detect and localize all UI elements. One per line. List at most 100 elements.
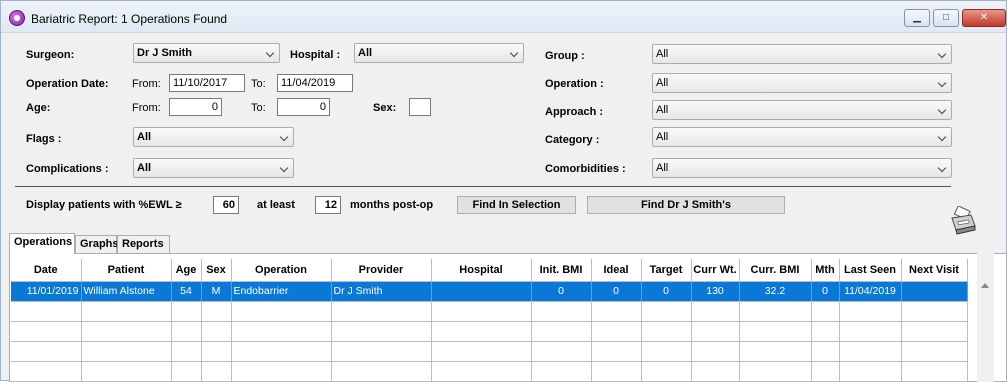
- cell: [901, 281, 968, 302]
- chevron-down-icon: [265, 48, 275, 58]
- chevron-down-icon: [279, 132, 289, 142]
- months-input[interactable]: 12: [315, 196, 341, 214]
- flags-value: All: [137, 131, 152, 143]
- cell: 0: [811, 281, 840, 302]
- cell: William Alstone: [81, 281, 172, 302]
- table-row[interactable]: [11, 321, 968, 342]
- age-label: Age:: [26, 102, 51, 114]
- col-header[interactable]: Age: [171, 259, 202, 282]
- hospital-select[interactable]: All: [354, 43, 524, 63]
- col-header[interactable]: Next Visit: [901, 259, 968, 282]
- col-header[interactable]: Sex: [201, 259, 232, 282]
- comorbidities-value: All: [656, 162, 669, 174]
- col-header[interactable]: Target: [641, 259, 692, 282]
- months-label: months post-op: [350, 199, 434, 211]
- cell: 0: [641, 281, 692, 302]
- age-to-label: To:: [251, 102, 266, 114]
- col-header[interactable]: Last Seen: [839, 259, 902, 282]
- chevron-down-icon: [937, 78, 947, 88]
- minimize-button[interactable]: ▁: [904, 9, 930, 27]
- cell: 11/01/2019: [11, 281, 82, 302]
- printer-icon[interactable]: [949, 206, 977, 236]
- table-row[interactable]: 11/01/2019 William Alstone 54 M Endobarr…: [11, 281, 968, 302]
- approach-select[interactable]: All: [652, 100, 952, 120]
- operation-select[interactable]: All: [652, 73, 952, 93]
- complications-select[interactable]: All: [133, 158, 294, 178]
- col-header[interactable]: Init. BMI: [531, 259, 592, 282]
- age-to-input[interactable]: 0: [277, 98, 330, 116]
- chevron-down-icon: [937, 49, 947, 59]
- header-row: Date Patient Age Sex Operation Provider …: [11, 259, 968, 282]
- date-from-input[interactable]: 11/10/2017: [169, 74, 245, 92]
- surgeon-label: Surgeon:: [26, 49, 75, 61]
- cell: 54: [171, 281, 202, 302]
- sex-input[interactable]: [409, 98, 431, 116]
- cell: Endobarrier: [231, 281, 332, 302]
- operations-table: Date Patient Age Sex Operation Provider …: [11, 259, 968, 382]
- maximize-button[interactable]: □: [933, 9, 959, 27]
- col-header[interactable]: Date: [11, 259, 82, 282]
- scroll-up-icon[interactable]: [981, 283, 989, 288]
- comorbidities-select[interactable]: All: [652, 158, 952, 178]
- category-label: Category :: [545, 134, 600, 146]
- col-header[interactable]: Curr Wt.: [691, 259, 740, 282]
- tab-graphs[interactable]: Graphs: [75, 235, 119, 253]
- ewl-label: Display patients with %EWL ≥: [26, 199, 182, 211]
- chevron-down-icon: [509, 48, 519, 58]
- app-icon: [9, 10, 25, 26]
- operation-value: All: [656, 77, 669, 89]
- approach-value: All: [656, 104, 669, 116]
- comorbidities-label: Comorbidities :: [545, 163, 626, 175]
- title-bar: Bariatric Report: 1 Operations Found ▁ □…: [1, 1, 1006, 33]
- complications-value: All: [137, 162, 152, 174]
- chevron-down-icon: [937, 132, 947, 142]
- col-header[interactable]: Operation: [231, 259, 332, 282]
- col-header[interactable]: Patient: [81, 259, 172, 282]
- chevron-down-icon: [937, 163, 947, 173]
- vertical-scrollbar[interactable]: [977, 253, 994, 382]
- operation-label: Operation :: [545, 78, 604, 90]
- table-row[interactable]: [11, 341, 968, 362]
- col-header[interactable]: Ideal: [591, 259, 642, 282]
- hospital-value: All: [358, 47, 373, 59]
- chevron-down-icon: [279, 163, 289, 173]
- surgeon-select[interactable]: Dr J Smith: [133, 43, 280, 63]
- col-header[interactable]: Curr. BMI: [739, 259, 812, 282]
- find-in-selection-button[interactable]: Find In Selection: [457, 196, 576, 214]
- col-header[interactable]: Hospital: [431, 259, 532, 282]
- group-label: Group :: [545, 50, 585, 62]
- operations-grid: Date Patient Age Sex Operation Provider …: [9, 253, 1007, 382]
- close-button[interactable]: ✕: [962, 9, 1006, 27]
- age-from-input[interactable]: 0: [169, 98, 222, 116]
- sex-label: Sex:: [373, 102, 397, 114]
- hospital-label: Hospital :: [290, 49, 341, 61]
- category-value: All: [656, 131, 669, 143]
- col-header[interactable]: Mth: [811, 259, 840, 282]
- cell: M: [201, 281, 232, 302]
- flags-label: Flags :: [26, 133, 62, 145]
- age-from-label: From:: [132, 102, 161, 114]
- at-least-label: at least: [257, 199, 295, 211]
- divider: [15, 186, 951, 187]
- category-select[interactable]: All: [652, 127, 952, 147]
- date-from-label: From:: [132, 78, 161, 90]
- cell: [431, 281, 532, 302]
- chevron-down-icon: [937, 105, 947, 115]
- tab-operations[interactable]: Operations: [9, 233, 75, 254]
- find-surgeon-button[interactable]: Find Dr J Smith's: [587, 196, 785, 214]
- table-row[interactable]: [11, 361, 968, 382]
- table-row[interactable]: [11, 301, 968, 322]
- tab-reports[interactable]: Reports: [117, 235, 170, 253]
- cell: 0: [531, 281, 592, 302]
- date-to-label: To:: [251, 78, 266, 90]
- ewl-input[interactable]: 60: [213, 196, 239, 214]
- flags-select[interactable]: All: [133, 127, 294, 147]
- cell: 0: [591, 281, 642, 302]
- cell: Dr J Smith: [331, 281, 432, 302]
- col-header[interactable]: Provider: [331, 259, 432, 282]
- cell: 11/04/2019: [839, 281, 902, 302]
- date-to-input[interactable]: 11/04/2019: [277, 74, 353, 92]
- surgeon-value: Dr J Smith: [137, 47, 193, 59]
- group-select[interactable]: All: [652, 44, 952, 64]
- window-title: Bariatric Report: 1 Operations Found: [31, 12, 228, 26]
